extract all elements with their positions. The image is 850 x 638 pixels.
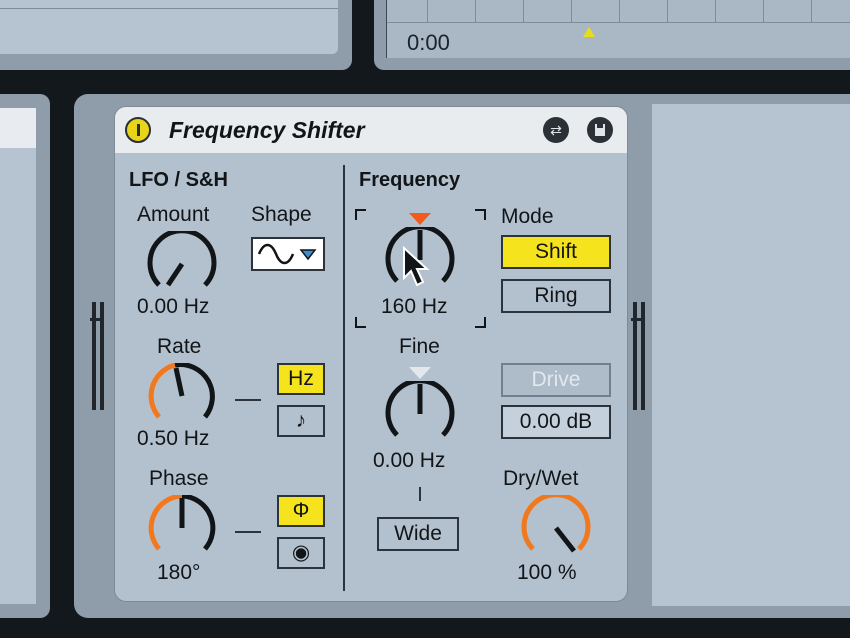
spin-mode-button[interactable]: ◉ — [277, 537, 325, 569]
dry-wet-label: Dry/Wet — [503, 467, 579, 490]
grid-line — [763, 0, 764, 22]
shape-selector[interactable] — [251, 237, 325, 271]
frequency-section-title: Frequency — [359, 169, 461, 191]
hot-swap-icon[interactable]: ⇄ — [543, 117, 569, 143]
focus-bracket-br — [475, 317, 486, 328]
clip-panel-top-left — [0, 0, 352, 70]
section-divider — [343, 165, 345, 591]
grid-line — [427, 0, 428, 22]
amount-knob[interactable] — [145, 231, 219, 297]
dry-wet-value[interactable]: 100 % — [517, 561, 577, 585]
rate-value[interactable]: 0.50 Hz — [137, 427, 209, 451]
rate-hz-button[interactable]: Hz — [277, 363, 325, 395]
rate-knob[interactable] — [145, 363, 219, 429]
frequency-shifter-device: Frequency Shifter ⇄ LFO / S&H Amount 0.0… — [114, 106, 628, 602]
device-title: Frequency Shifter — [169, 117, 365, 143]
device-title-bar[interactable]: Frequency Shifter ⇄ — [115, 107, 627, 153]
phase-link-line — [235, 531, 261, 533]
fine-label: Fine — [399, 335, 440, 358]
grid-line — [475, 0, 476, 22]
rack-drop-area — [652, 104, 850, 606]
lfo-section-title: LFO / S&H — [129, 169, 228, 191]
divider — [0, 8, 338, 9]
time-label: 0:00 — [407, 30, 450, 55]
focus-bracket-bl — [355, 317, 366, 328]
frequency-default-marker — [409, 213, 431, 225]
note-icon: ♪ — [295, 409, 307, 432]
clip-panel-inner — [0, 0, 338, 54]
grid-line — [715, 0, 716, 22]
sine-wave-icon — [257, 243, 317, 265]
phase-knob[interactable] — [145, 495, 219, 561]
shape-label: Shape — [251, 203, 312, 226]
left-device-body — [0, 108, 36, 604]
timeline-ruler[interactable]: 0:00 — [386, 0, 850, 58]
focus-bracket-tr — [475, 209, 486, 220]
timeline-panel: 0:00 — [374, 0, 850, 70]
mouse-pointer-icon — [402, 245, 430, 295]
left-device-header[interactable] — [0, 108, 36, 148]
phase-mode-button[interactable]: Φ — [277, 495, 325, 527]
wide-button[interactable]: Wide — [377, 517, 459, 551]
left-device-panel — [0, 94, 50, 618]
phase-label: Phase — [149, 467, 209, 490]
rate-label: Rate — [157, 335, 202, 358]
rate-link-line — [235, 399, 261, 401]
grid-line — [571, 0, 572, 22]
amount-label: Amount — [137, 203, 210, 226]
wide-link-line — [419, 487, 421, 501]
chevron-down-icon — [299, 249, 317, 261]
mode-label: Mode — [501, 205, 554, 228]
dry-wet-knob[interactable] — [519, 495, 593, 561]
fine-value[interactable]: 0.00 Hz — [373, 449, 445, 473]
amount-value[interactable]: 0.00 Hz — [137, 295, 209, 319]
focus-bracket-tl — [355, 209, 366, 220]
fine-default-marker — [409, 367, 431, 379]
grid-line — [811, 0, 812, 22]
ruler-baseline — [387, 22, 850, 23]
mode-ring-button[interactable]: Ring — [501, 279, 611, 313]
mode-shift-button[interactable]: Shift — [501, 235, 611, 269]
save-preset-icon[interactable] — [587, 117, 613, 143]
playhead-marker[interactable] — [583, 27, 595, 37]
rate-sync-button[interactable]: ♪ — [277, 405, 325, 437]
fine-knob[interactable] — [383, 381, 457, 447]
grid-line — [523, 0, 524, 22]
grid-line — [619, 0, 620, 22]
phase-value[interactable]: 180° — [157, 561, 200, 585]
drive-button[interactable]: Drive — [501, 363, 611, 397]
drive-value-field[interactable]: 0.00 dB — [501, 405, 611, 439]
power-icon[interactable] — [125, 117, 151, 143]
frequency-value[interactable]: 160 Hz — [381, 295, 448, 319]
grid-line — [667, 0, 668, 22]
meter-mark — [90, 318, 104, 321]
meter-mark — [631, 318, 645, 321]
